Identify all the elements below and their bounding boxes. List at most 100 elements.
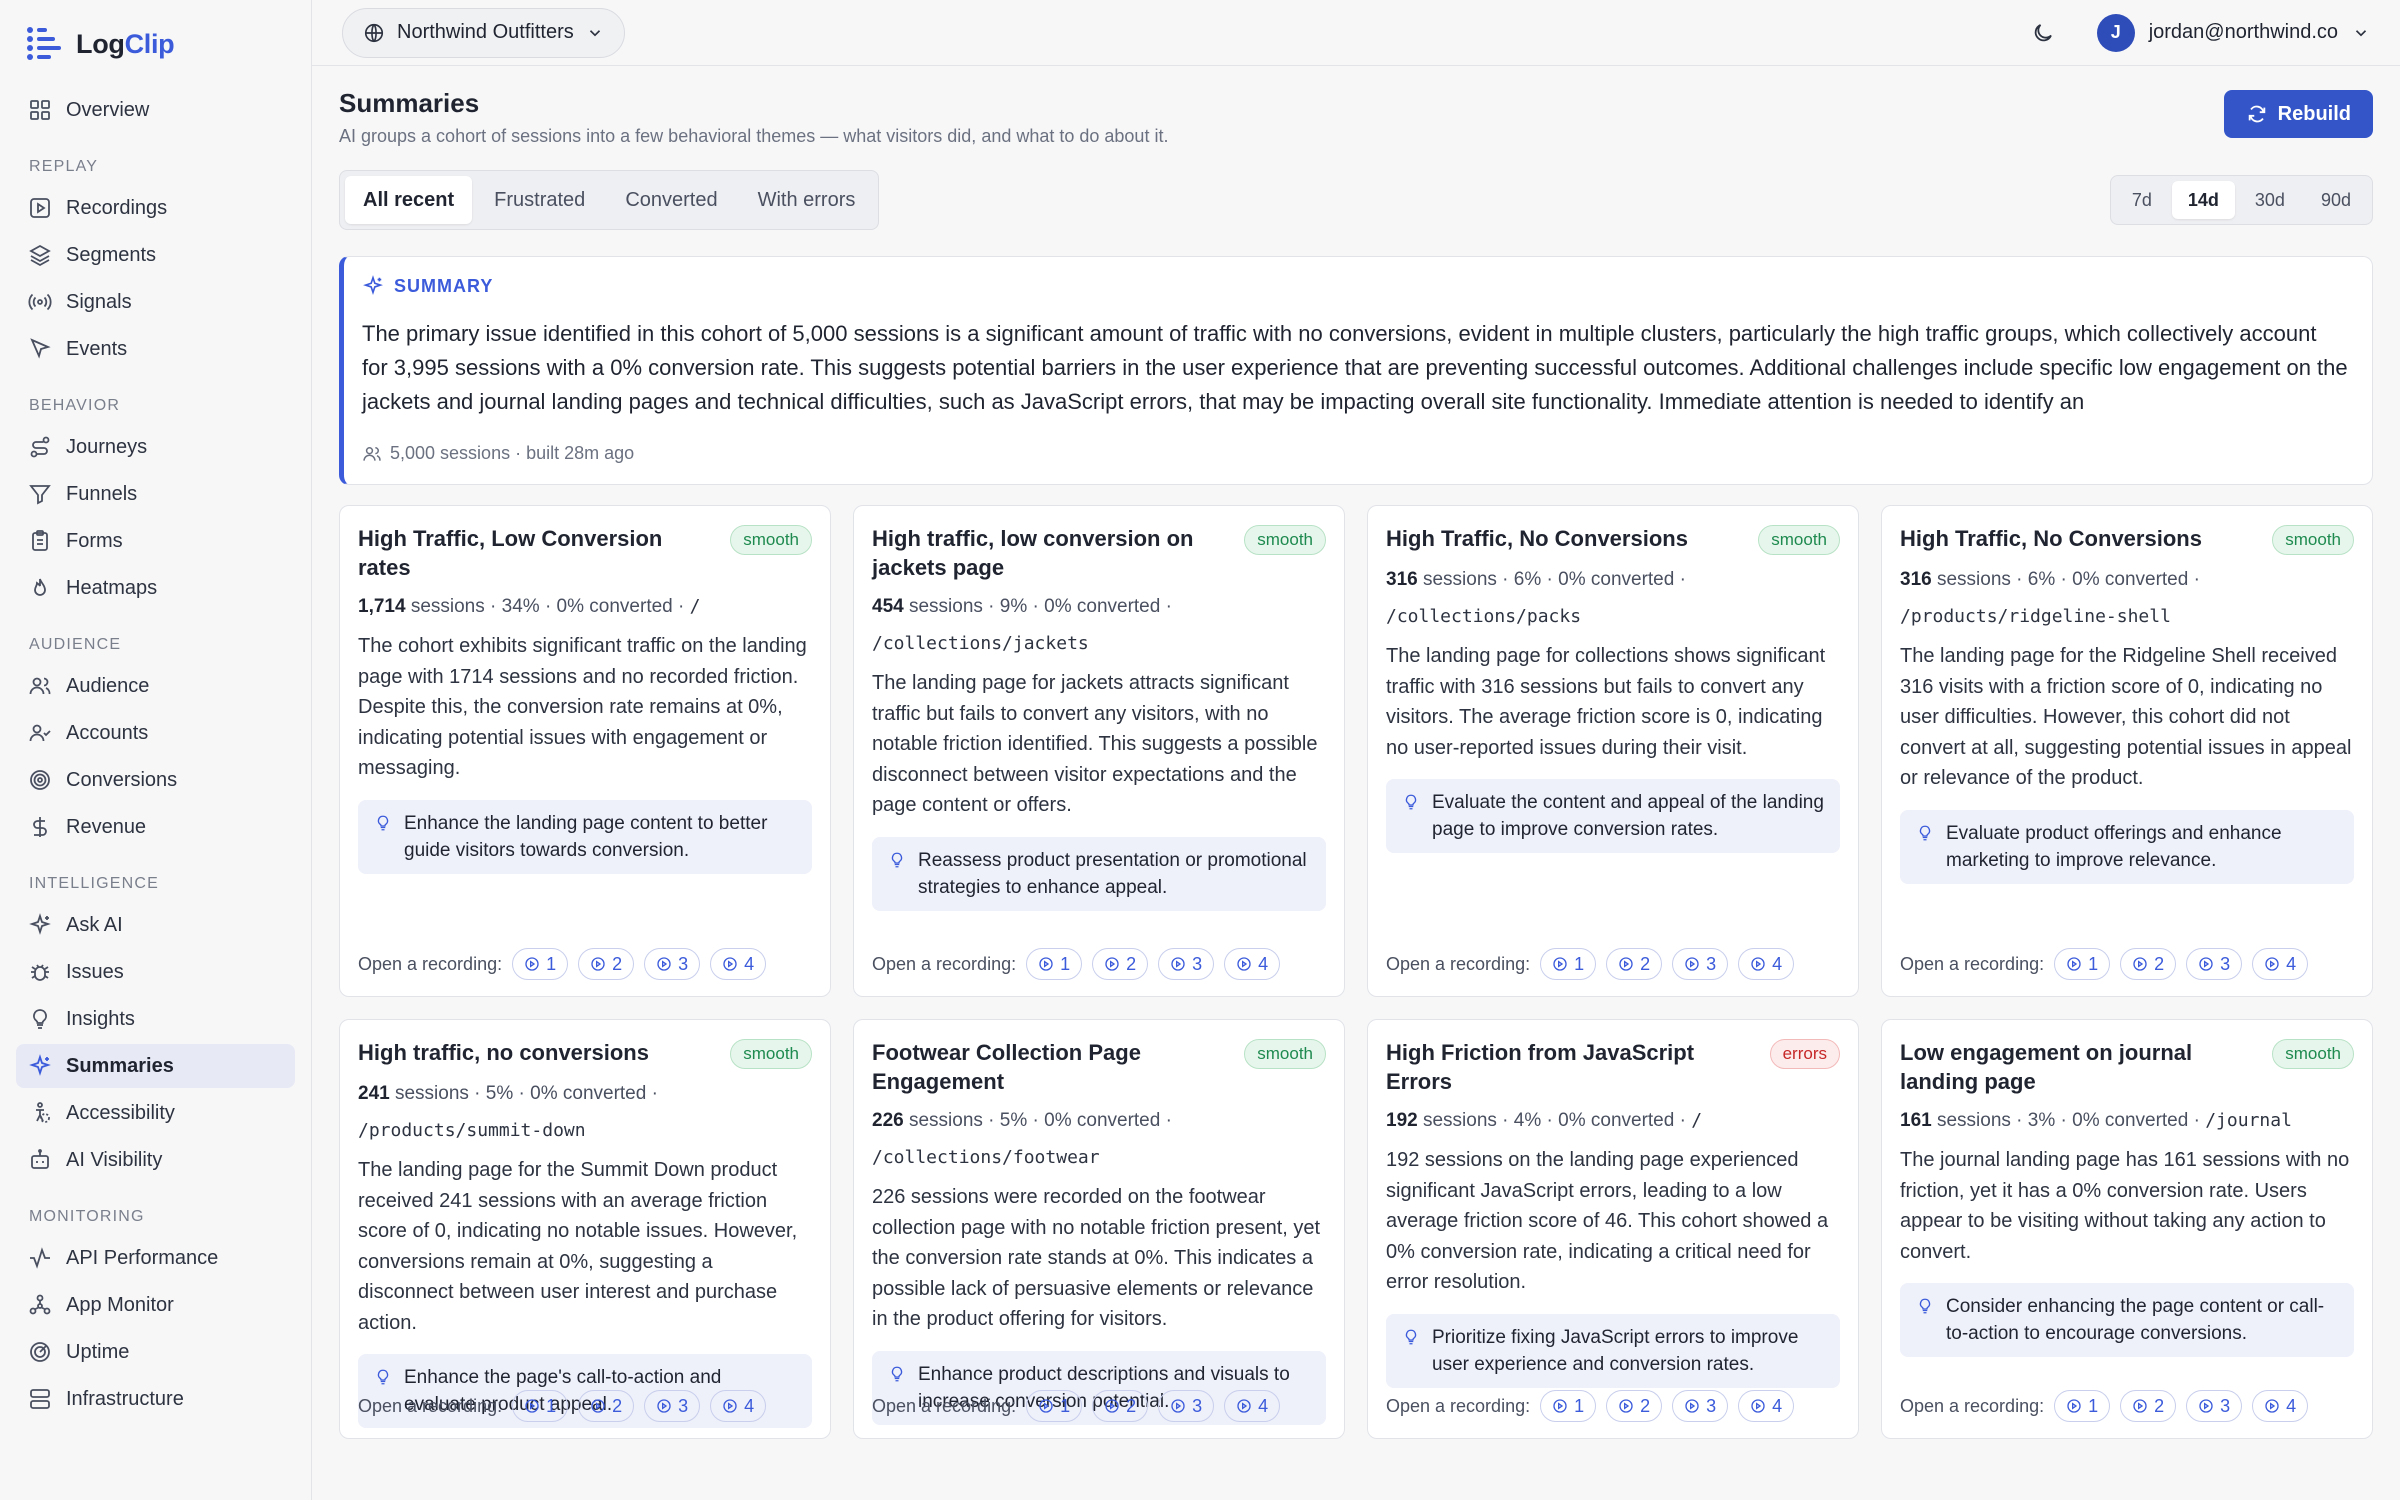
cluster-card[interactable]: High Friction from JavaScript Errors err… bbox=[1367, 1019, 1859, 1439]
server-icon bbox=[30, 1389, 50, 1409]
sidebar-item-issues[interactable]: Issues bbox=[16, 950, 295, 994]
recording-chip[interactable]: 2 bbox=[1092, 1390, 1149, 1422]
cluster-card[interactable]: High traffic, no conversions smooth 241 … bbox=[339, 1019, 831, 1439]
filter-converted[interactable]: Converted bbox=[607, 176, 735, 224]
sidebar-item-ai-visibility[interactable]: AI Visibility bbox=[16, 1138, 295, 1182]
sidebar-item-recordings[interactable]: Recordings bbox=[16, 186, 295, 230]
cluster-card[interactable]: Low engagement on journal landing page s… bbox=[1881, 1019, 2373, 1439]
recording-chip[interactable]: 3 bbox=[644, 948, 701, 980]
sidebar-item-label: Signals bbox=[66, 290, 132, 313]
recording-chip[interactable]: 2 bbox=[2120, 948, 2177, 980]
recording-chip[interactable]: 3 bbox=[2186, 948, 2243, 980]
recording-chip[interactable]: 4 bbox=[710, 948, 767, 980]
sidebar-item-uptime[interactable]: Uptime bbox=[16, 1330, 295, 1374]
sidebar-item-app-monitor[interactable]: App Monitor bbox=[16, 1283, 295, 1327]
recording-chip[interactable]: 3 bbox=[1158, 948, 1215, 980]
filter-all-recent[interactable]: All recent bbox=[345, 176, 473, 224]
recording-chip[interactable]: 2 bbox=[578, 1390, 635, 1422]
sidebar-item-events[interactable]: Events bbox=[16, 327, 295, 371]
cluster-stats: sessions · 6% · 0% converted · bbox=[1936, 569, 2200, 590]
recording-chip-number: 2 bbox=[1126, 1395, 1137, 1416]
recording-chip[interactable]: 1 bbox=[2054, 1390, 2111, 1422]
sidebar-item-api-performance[interactable]: API Performance bbox=[16, 1236, 295, 1280]
filter-with-errors[interactable]: With errors bbox=[740, 176, 874, 224]
recording-chip[interactable]: 2 bbox=[578, 948, 635, 980]
range-90d[interactable]: 90d bbox=[2305, 181, 2367, 219]
sidebar-item-signals[interactable]: Signals bbox=[16, 280, 295, 324]
sidebar-item-conversions[interactable]: Conversions bbox=[16, 758, 295, 802]
sidebar-item-ask-ai[interactable]: Ask AI bbox=[16, 903, 295, 947]
recording-chip[interactable]: 2 bbox=[1606, 1390, 1663, 1422]
recording-chip[interactable]: 3 bbox=[1672, 948, 1729, 980]
recording-chip[interactable]: 1 bbox=[1026, 948, 1083, 980]
sidebar-item-journeys[interactable]: Journeys bbox=[16, 425, 295, 469]
recording-chip[interactable]: 2 bbox=[2120, 1390, 2177, 1422]
recording-chip[interactable]: 4 bbox=[2252, 1390, 2309, 1422]
nav-section-intelligence: INTELLIGENCE bbox=[29, 875, 159, 892]
range-14d[interactable]: 14d bbox=[2171, 181, 2235, 219]
sidebar-item-audience[interactable]: Audience bbox=[16, 664, 295, 708]
cluster-recommendation-text: Evaluate product offerings and enhance m… bbox=[1946, 822, 2282, 871]
recording-chip[interactable]: 2 bbox=[1606, 948, 1663, 980]
sidebar-item-label: AI Visibility bbox=[66, 1148, 163, 1171]
recording-chip[interactable]: 1 bbox=[1540, 1390, 1597, 1422]
recording-chip[interactable]: 2 bbox=[1092, 948, 1149, 980]
moon-icon[interactable] bbox=[2031, 21, 2055, 45]
sidebar-item-revenue[interactable]: Revenue bbox=[16, 805, 295, 849]
cluster-description: 192 sessions on the landing page experie… bbox=[1386, 1149, 1829, 1293]
recording-chip[interactable]: 1 bbox=[1540, 948, 1597, 980]
sidebar-item-infrastructure[interactable]: Infrastructure bbox=[16, 1377, 295, 1421]
recording-chip[interactable]: 4 bbox=[2252, 948, 2309, 980]
recording-chip[interactable]: 1 bbox=[512, 948, 569, 980]
recording-chip[interactable]: 4 bbox=[710, 1390, 767, 1422]
sidebar-item-label: Forms bbox=[66, 529, 123, 552]
cluster-recommendation: Reassess product presentation or promoti… bbox=[872, 836, 1326, 911]
cluster-card[interactable]: High traffic, low conversion on jackets … bbox=[853, 505, 1345, 997]
range-30d[interactable]: 30d bbox=[2239, 181, 2301, 219]
recording-chip-number: 3 bbox=[1706, 953, 1717, 974]
recording-chip-number: 3 bbox=[1192, 1395, 1203, 1416]
recording-chip[interactable]: 4 bbox=[1738, 948, 1795, 980]
recording-chip[interactable]: 4 bbox=[1224, 1390, 1281, 1422]
user-menu[interactable]: J jordan@northwind.co bbox=[2096, 13, 2370, 52]
topbar-actions: J jordan@northwind.co bbox=[2031, 13, 2370, 52]
cluster-card[interactable]: High Traffic, No Conversions smooth 316 … bbox=[1881, 505, 2373, 997]
cluster-card[interactable]: High Traffic, No Conversions smooth 316 … bbox=[1367, 505, 1859, 997]
brand-logo[interactable]: LogClip bbox=[16, 22, 295, 66]
range-7d[interactable]: 7d bbox=[2116, 181, 2168, 219]
cluster-card[interactable]: Footwear Collection Page Engagement smoo… bbox=[853, 1019, 1345, 1439]
recording-chip[interactable]: 3 bbox=[644, 1390, 701, 1422]
sidebar: LogClip Overview REPLAY Recordings Segme… bbox=[0, 0, 312, 1500]
cluster-card-header: High Traffic, Low Conversion rates smoot… bbox=[358, 524, 812, 582]
recording-chip[interactable]: 3 bbox=[1672, 1390, 1729, 1422]
recording-chip[interactable]: 3 bbox=[2186, 1390, 2243, 1422]
recording-chip[interactable]: 3 bbox=[1158, 1390, 1215, 1422]
status-badge: smooth bbox=[730, 1039, 812, 1069]
sidebar-item-forms[interactable]: Forms bbox=[16, 519, 295, 563]
filter-frustrated[interactable]: Frustrated bbox=[476, 176, 603, 224]
play-circle-icon bbox=[2133, 957, 2147, 971]
play-circle-icon bbox=[1171, 957, 1185, 971]
cluster-card[interactable]: High Traffic, Low Conversion rates smoot… bbox=[339, 505, 831, 997]
sidebar-item-label: Summaries bbox=[66, 1054, 174, 1077]
recording-chip-number: 2 bbox=[1640, 1395, 1651, 1416]
sidebar-item-overview[interactable]: Overview bbox=[16, 88, 295, 132]
sidebar-item-accounts[interactable]: Accounts bbox=[16, 711, 295, 755]
sidebar-item-summaries[interactable]: Summaries bbox=[16, 1044, 295, 1088]
recording-chip[interactable]: 1 bbox=[2054, 948, 2111, 980]
recording-chip[interactable]: 4 bbox=[1738, 1390, 1795, 1422]
cluster-card-header: Footwear Collection Page Engagement smoo… bbox=[872, 1038, 1326, 1096]
recording-chip[interactable]: 4 bbox=[1224, 948, 1281, 980]
recording-chip[interactable]: 1 bbox=[1026, 1390, 1083, 1422]
sidebar-item-funnels[interactable]: Funnels bbox=[16, 472, 295, 516]
route-icon bbox=[30, 436, 50, 458]
sidebar-item-accessibility[interactable]: Accessibility bbox=[16, 1091, 295, 1135]
summary-meta: 5,000 sessions · built 28m ago bbox=[362, 443, 2348, 464]
summary-card: SUMMARY The primary issue identified in … bbox=[339, 256, 2373, 485]
sidebar-item-heatmaps[interactable]: Heatmaps bbox=[16, 566, 295, 610]
org-selector[interactable]: Northwind Outfitters bbox=[342, 7, 625, 58]
sidebar-item-segments[interactable]: Segments bbox=[16, 233, 295, 277]
recording-chip[interactable]: 1 bbox=[512, 1390, 569, 1422]
sidebar-item-insights[interactable]: Insights bbox=[16, 997, 295, 1041]
rebuild-button[interactable]: Rebuild bbox=[2223, 90, 2373, 138]
